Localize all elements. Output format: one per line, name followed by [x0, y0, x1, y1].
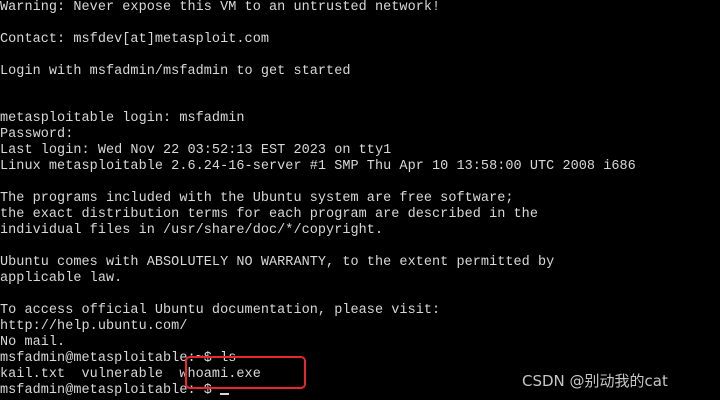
- text-cursor: [220, 393, 230, 395]
- terminal-line: The programs included with the Ubuntu sy…: [0, 191, 514, 206]
- terminal-line: applicable law.: [0, 271, 123, 286]
- terminal-line: No mail.: [0, 335, 66, 350]
- terminal-line: Login with msfadmin/msfadmin to get star…: [0, 64, 351, 79]
- annotation-highlight-box: [185, 356, 306, 389]
- terminal-line: Contact: msfdev[at]metasploit.com: [0, 32, 269, 47]
- terminal-line: Last login: Wed Nov 22 03:52:13 EST 2023…: [0, 143, 392, 158]
- terminal-screen[interactable]: Warning: Never expose this VM to an untr…: [0, 0, 720, 400]
- watermark: CSDN @别动我的cat: [522, 372, 668, 390]
- terminal-line: Warning: Never expose this VM to an untr…: [0, 0, 441, 15]
- terminal-line: Password:: [0, 127, 74, 142]
- terminal-line: Linux metasploitable 2.6.24-16-server #1…: [0, 159, 636, 174]
- terminal-line: individual files in /usr/share/doc/*/cop…: [0, 223, 384, 238]
- terminal-line: the exact distribution terms for each pr…: [0, 207, 538, 222]
- terminal-line: To access official Ubuntu documentation,…: [0, 303, 441, 318]
- terminal-line: Ubuntu comes with ABSOLUTELY NO WARRANTY…: [0, 255, 555, 270]
- terminal-line: metasploitable login: msfadmin: [0, 111, 245, 126]
- terminal-line: http://help.ubuntu.com/: [0, 319, 188, 334]
